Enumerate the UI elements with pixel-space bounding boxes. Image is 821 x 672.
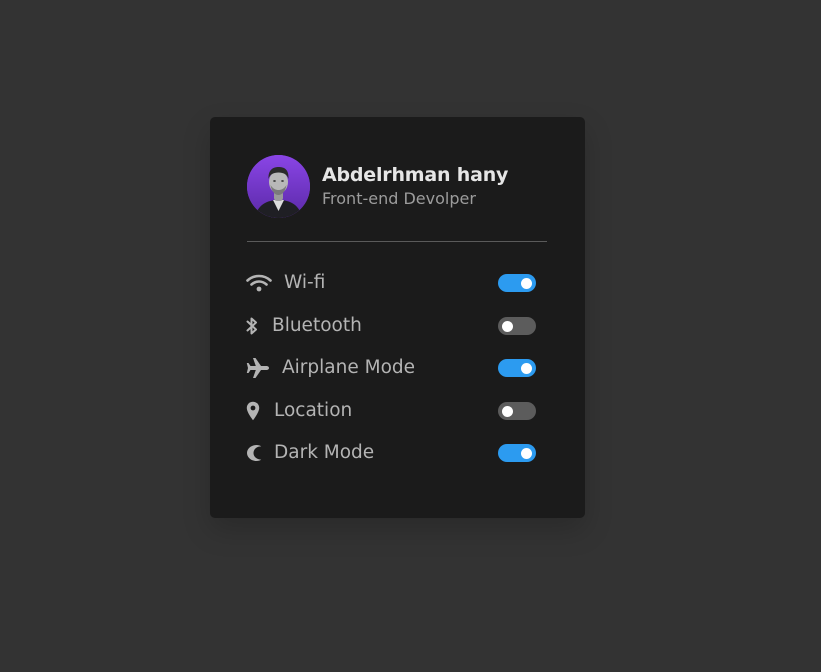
location-icon [246,398,262,424]
toggle-knob [521,278,532,290]
divider [247,241,547,242]
settings-card: Abdelrhman hany Front-end Devolper Wi-fi [210,117,585,518]
toggle-knob [502,320,513,332]
toggle-knob [502,405,513,417]
setting-label-location: Location [274,399,353,421]
setting-label-airplane: Airplane Mode [282,357,416,379]
setting-label-dark-mode: Dark Mode [274,442,375,464]
setting-row-wifi: Wi-fi [246,262,536,305]
avatar [247,154,310,218]
settings-list: Wi-fi Bluetooth Airplane Mode Location D… [246,262,536,475]
bluetooth-toggle[interactable] [498,316,536,335]
setting-row-airplane: Airplane Mode [246,347,536,390]
toggle-knob [521,363,532,375]
wifi-toggle[interactable] [498,274,536,293]
location-toggle[interactable] [498,401,536,420]
airplane-icon [246,355,272,381]
profile-name: Abdelrhman hany [322,163,509,186]
toggle-knob [521,448,532,460]
dark-mode-toggle[interactable] [498,444,536,463]
setting-label-bluetooth: Bluetooth [272,314,362,336]
bluetooth-icon [246,313,260,339]
moon-icon [246,440,262,466]
setting-row-dark-mode: Dark Mode [246,432,536,475]
profile-header: Abdelrhman hany Front-end Devolper [247,154,508,218]
airplane-mode-toggle[interactable] [498,359,536,378]
setting-row-bluetooth: Bluetooth [246,305,536,348]
setting-label-wifi: Wi-fi [284,272,326,294]
wifi-icon [246,270,272,296]
setting-row-location: Location [246,390,536,433]
profile-role: Front-end Devolper [322,188,476,208]
